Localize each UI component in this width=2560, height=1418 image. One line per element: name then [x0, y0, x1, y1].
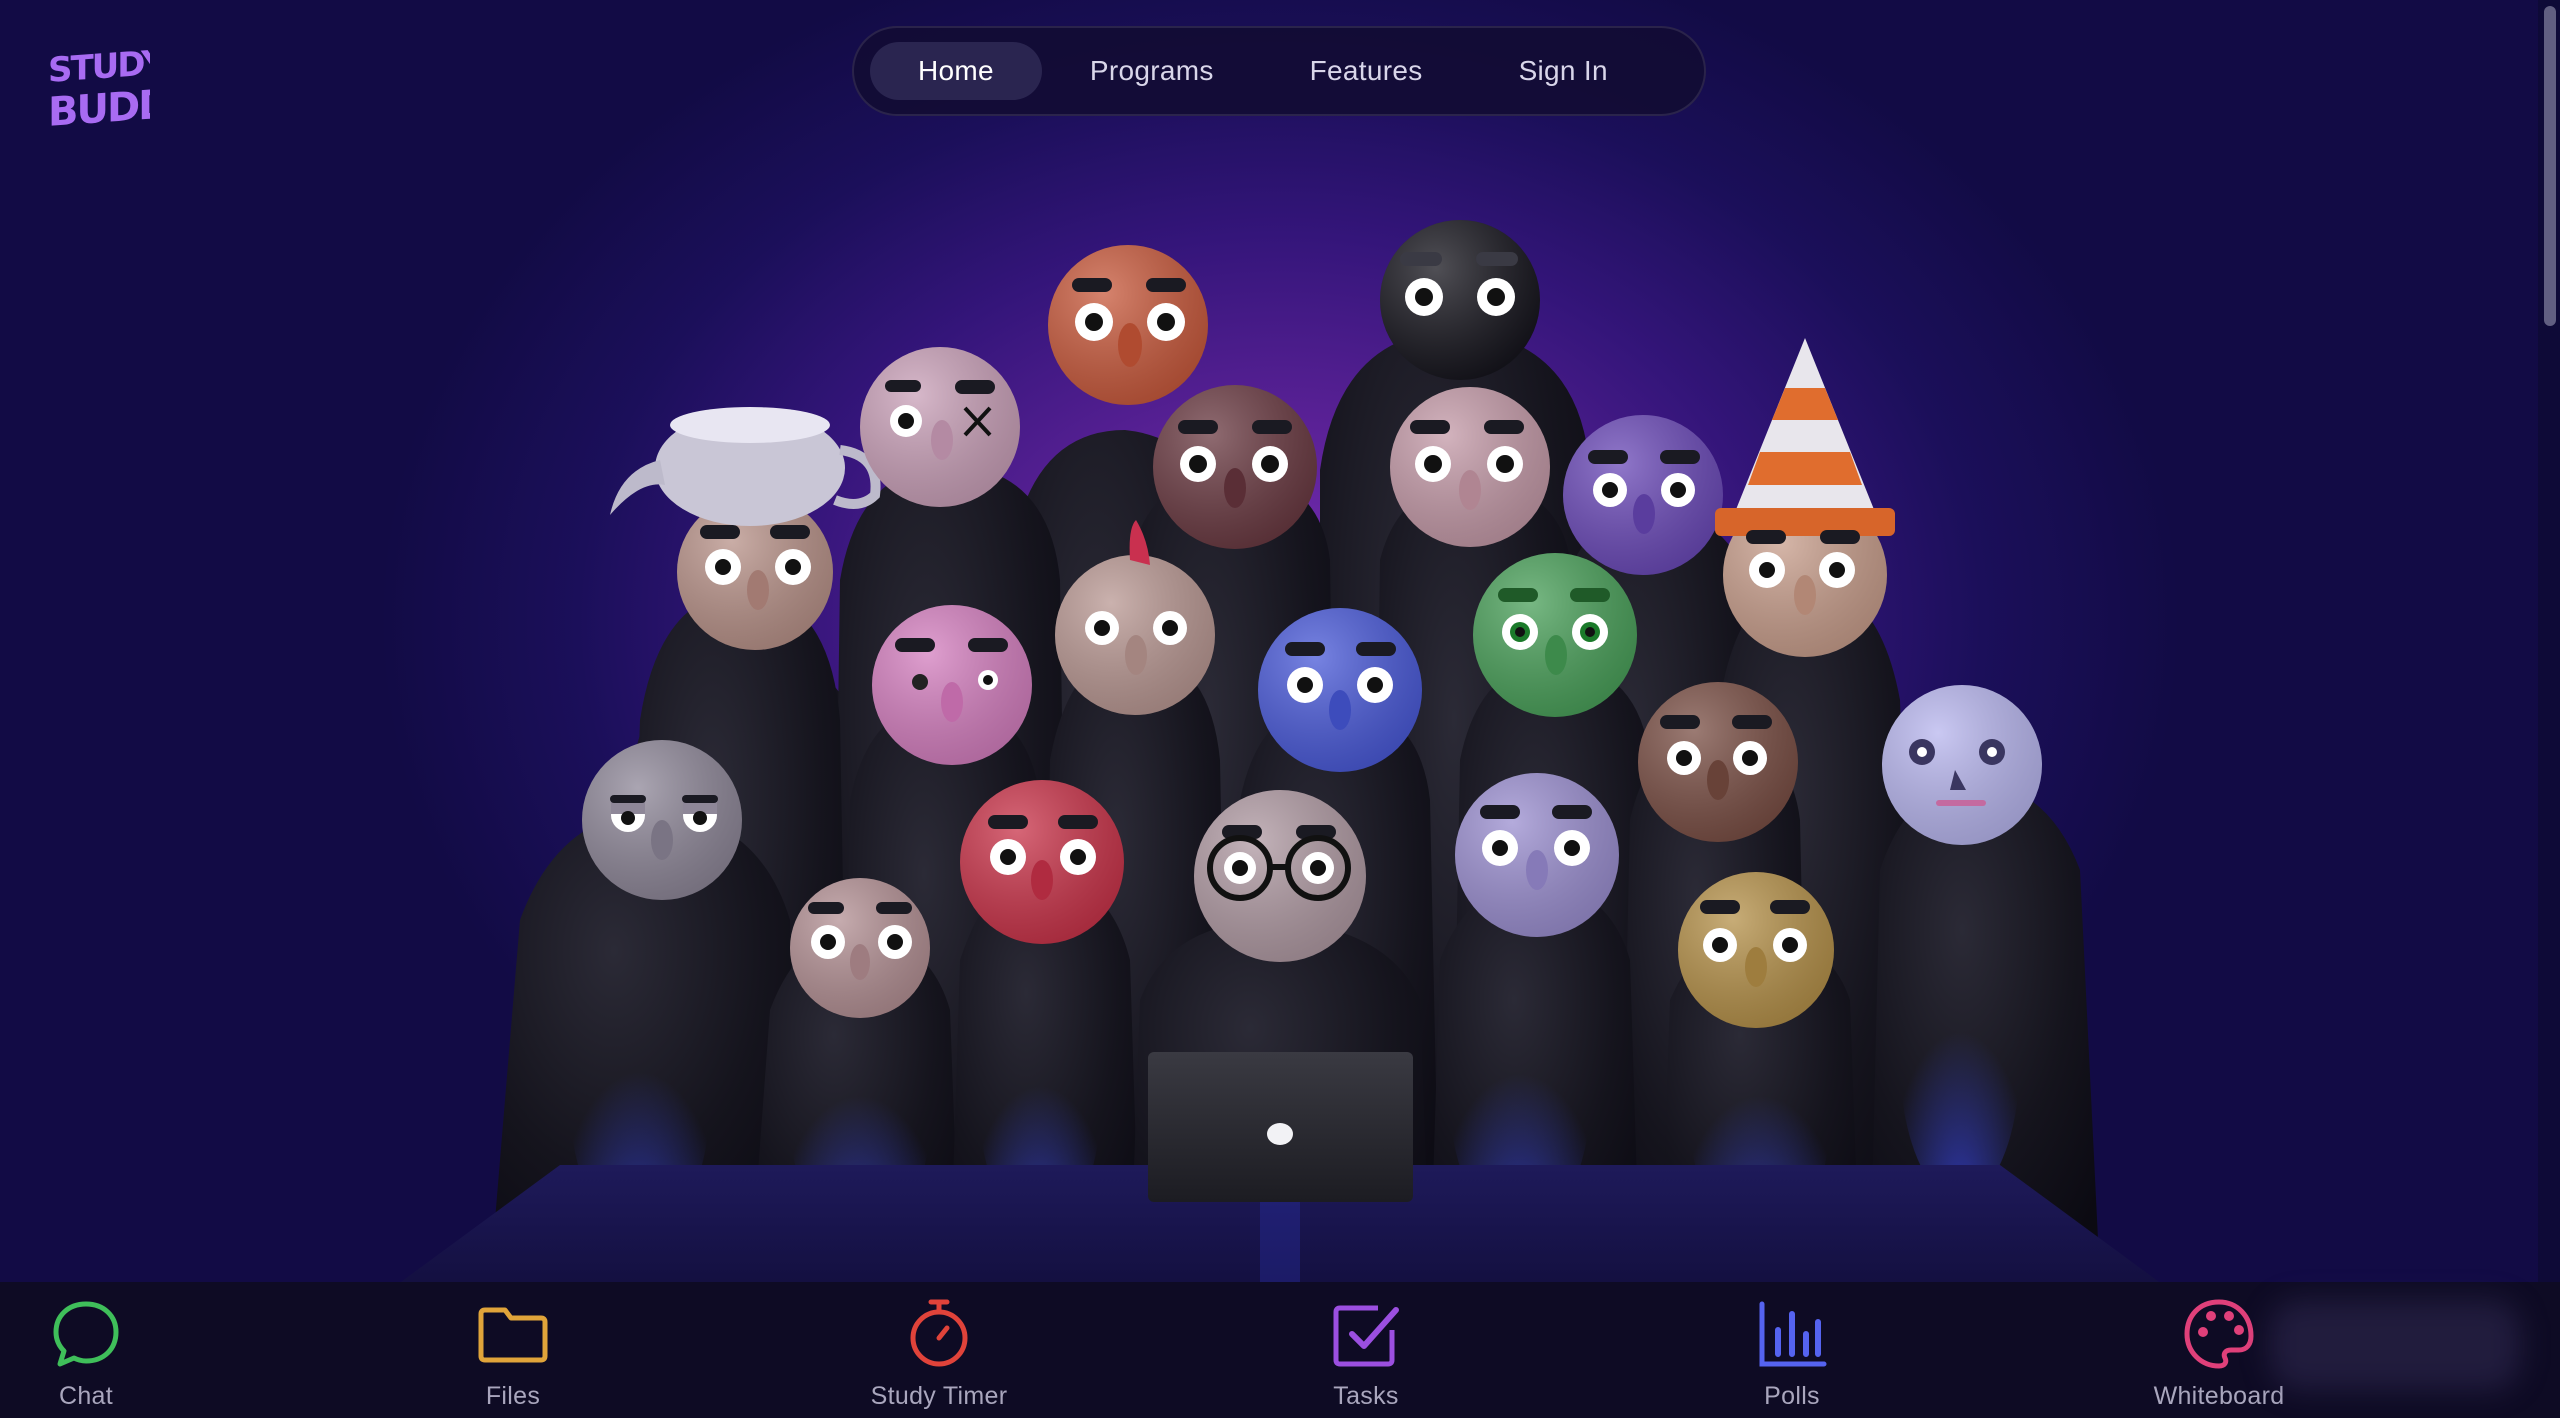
dock-polls[interactable]: Polls: [1682, 1282, 1902, 1418]
nav-programs[interactable]: Programs: [1042, 42, 1262, 100]
dock-label-chat: Chat: [58, 1382, 113, 1410]
nav-sign-in[interactable]: Sign In: [1471, 42, 1656, 100]
checkbox-icon: [1333, 1305, 1399, 1367]
blurred-overlay: [2270, 1300, 2520, 1390]
laptop: [1148, 1052, 1413, 1202]
study-buddy-logo[interactable]: STUDY BUDDY: [46, 44, 150, 130]
hero-illustration: [390, 220, 2170, 1290]
nav-features[interactable]: Features: [1262, 42, 1471, 100]
scrollbar[interactable]: [2538, 0, 2560, 1290]
dock-label-polls: Polls: [1764, 1382, 1820, 1410]
feature-dock: Chat Files Study Timer Tasks Polls White…: [0, 1282, 2560, 1418]
palette-icon: [2184, 1299, 2254, 1369]
bar-chart-icon: [1759, 1301, 1827, 1367]
scrollbar-thumb[interactable]: [2544, 6, 2556, 326]
app-root: STUDY BUDDY Home Programs Features Sign …: [0, 0, 2560, 1418]
dock-label-whiteboard: Whiteboard: [2153, 1382, 2285, 1410]
nav-home[interactable]: Home: [870, 42, 1042, 100]
dock-label-tasks: Tasks: [1333, 1382, 1399, 1410]
chat-bubble-icon: [53, 1301, 119, 1367]
dock-files[interactable]: Files: [403, 1282, 623, 1418]
stopwatch-icon: [910, 1299, 968, 1367]
dock-chat[interactable]: Chat: [0, 1282, 196, 1418]
main-nav: Home Programs Features Sign In: [852, 26, 1706, 116]
dock-label-files: Files: [485, 1382, 541, 1410]
dock-label-study-timer: Study Timer: [870, 1382, 1008, 1410]
dock-tasks[interactable]: Tasks: [1256, 1282, 1476, 1418]
folder-icon: [478, 1307, 548, 1363]
dock-study-timer[interactable]: Study Timer: [829, 1282, 1049, 1418]
